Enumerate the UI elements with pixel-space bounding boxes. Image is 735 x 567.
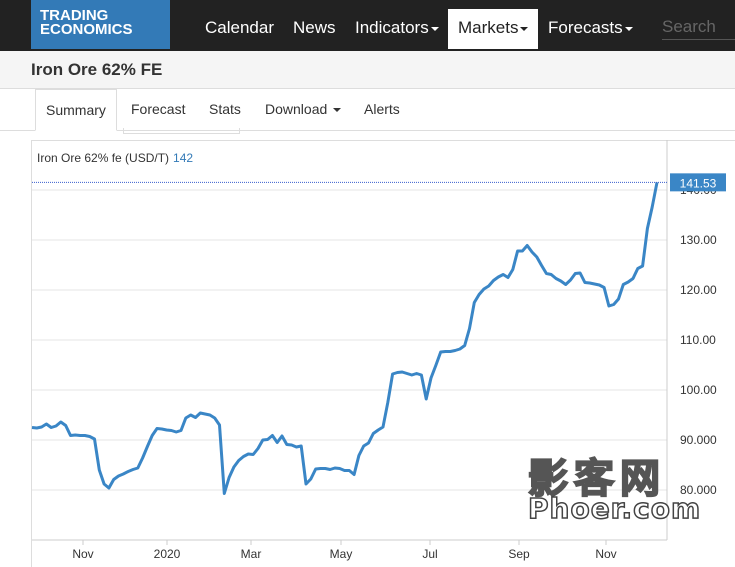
last-value-label: 141.53 [680, 176, 717, 190]
y-tick-label: 120.00 [680, 283, 717, 297]
y-tick-label: 130.00 [680, 233, 717, 247]
watermark-en: Phoer.com [527, 491, 702, 526]
x-tick-label: May [330, 547, 353, 561]
y-tick-label: 110.00 [680, 333, 716, 347]
x-tick-label: Mar [241, 547, 262, 561]
x-tick-label: 2020 [154, 547, 181, 561]
x-tick-label: Nov [595, 547, 616, 561]
x-tick-label: Nov [72, 547, 93, 561]
watermark: 影客网 Phoer.com [527, 446, 702, 526]
y-tick-label: 90.000 [680, 433, 717, 447]
x-tick-label: Jul [422, 547, 437, 561]
y-tick-label: 100.00 [680, 383, 717, 397]
x-tick-label: Sep [508, 547, 530, 561]
